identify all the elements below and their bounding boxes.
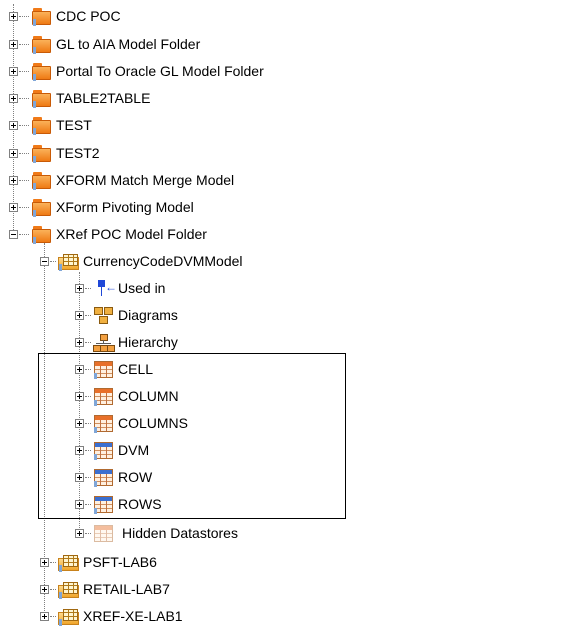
expand-icon[interactable] bbox=[9, 66, 18, 76]
model-label: PSFT-LAB6 bbox=[83, 554, 157, 570]
tree-node-model[interactable]: RETAIL-LAB7 bbox=[40, 576, 170, 602]
hidden-datastores-label: Hidden Datastores bbox=[122, 525, 238, 541]
collapse-icon[interactable] bbox=[9, 229, 18, 239]
expand-icon[interactable] bbox=[75, 283, 84, 293]
folder-label: CDC POC bbox=[56, 8, 121, 24]
expand-icon[interactable] bbox=[75, 337, 84, 347]
folder-icon bbox=[30, 88, 52, 108]
model-label: CurrencyCodeDVMModel bbox=[83, 253, 243, 269]
tree-node-used-in[interactable]: ← Used in bbox=[75, 275, 165, 301]
hierarchy-icon bbox=[92, 332, 115, 352]
model-icon bbox=[57, 552, 79, 572]
folder-label: XFORM Match Merge Model bbox=[56, 172, 235, 188]
expand-icon[interactable] bbox=[9, 202, 18, 212]
diagrams-icon bbox=[92, 305, 114, 325]
collapse-icon[interactable] bbox=[40, 256, 49, 266]
expand-icon[interactable] bbox=[75, 310, 84, 320]
tree-node-hidden-datastores[interactable]: Hidden Datastores bbox=[75, 520, 238, 546]
used-in-icon: ← bbox=[92, 278, 117, 298]
folder-label: GL to AIA Model Folder bbox=[56, 36, 201, 52]
used-in-label: Used in bbox=[118, 280, 166, 296]
expand-icon[interactable] bbox=[9, 93, 18, 103]
model-icon bbox=[57, 606, 79, 626]
tree-node-model[interactable]: PSFT-LAB6 bbox=[40, 549, 157, 575]
tree-node-model[interactable]: XREF-XE-LAB1 bbox=[40, 603, 183, 629]
model-icon bbox=[57, 251, 79, 271]
folder-label: TEST bbox=[56, 117, 92, 133]
model-icon bbox=[57, 579, 79, 599]
expand-icon[interactable] bbox=[9, 148, 18, 158]
tree-node-hierarchy[interactable]: Hierarchy bbox=[75, 329, 178, 355]
tree-node-folder[interactable]: GL to AIA Model Folder bbox=[9, 31, 200, 57]
tree-node-diagrams[interactable]: Diagrams bbox=[75, 302, 178, 328]
expand-icon[interactable] bbox=[75, 528, 84, 538]
expand-icon[interactable] bbox=[40, 611, 49, 621]
tree-node-folder[interactable]: TEST bbox=[9, 112, 92, 138]
hierarchy-label: Hierarchy bbox=[118, 334, 178, 350]
tree-node-folder[interactable]: Portal To Oracle GL Model Folder bbox=[9, 58, 264, 84]
expand-icon[interactable] bbox=[40, 557, 49, 567]
tree-node-folder[interactable]: CDC POC bbox=[9, 3, 121, 29]
diagrams-label: Diagrams bbox=[118, 307, 178, 323]
datastores-highlight-box bbox=[38, 353, 346, 519]
folder-icon bbox=[30, 34, 52, 54]
folder-icon bbox=[30, 115, 52, 135]
expand-icon[interactable] bbox=[9, 175, 18, 185]
tree-node-folder[interactable]: XForm Pivoting Model bbox=[9, 194, 194, 220]
folder-icon bbox=[30, 224, 52, 244]
folder-label: XRef POC Model Folder bbox=[56, 226, 207, 242]
tree-node-folder[interactable]: TABLE2TABLE bbox=[9, 85, 150, 111]
expand-icon[interactable] bbox=[9, 39, 18, 49]
folder-icon bbox=[30, 6, 52, 26]
hidden-datastores-icon bbox=[92, 523, 114, 543]
folder-icon bbox=[30, 197, 52, 217]
folder-icon bbox=[30, 170, 52, 190]
folder-label: TEST2 bbox=[56, 145, 100, 161]
model-tree: CDC POC GL to AIA Model Folder Portal To… bbox=[0, 0, 564, 638]
folder-label: XForm Pivoting Model bbox=[56, 199, 194, 215]
folder-label: TABLE2TABLE bbox=[56, 90, 151, 106]
folder-icon bbox=[30, 61, 52, 81]
tree-node-model[interactable]: CurrencyCodeDVMModel bbox=[40, 248, 243, 274]
tree-node-folder-expanded[interactable]: XRef POC Model Folder bbox=[9, 221, 207, 247]
expand-icon[interactable] bbox=[9, 120, 18, 130]
folder-label: Portal To Oracle GL Model Folder bbox=[56, 63, 264, 79]
model-label: RETAIL-LAB7 bbox=[83, 581, 170, 597]
tree-node-folder[interactable]: TEST2 bbox=[9, 140, 100, 166]
expand-icon[interactable] bbox=[9, 11, 18, 21]
tree-node-folder[interactable]: XFORM Match Merge Model bbox=[9, 167, 234, 193]
model-label: XREF-XE-LAB1 bbox=[83, 608, 183, 624]
folder-icon bbox=[30, 143, 52, 163]
expand-icon[interactable] bbox=[40, 584, 49, 594]
